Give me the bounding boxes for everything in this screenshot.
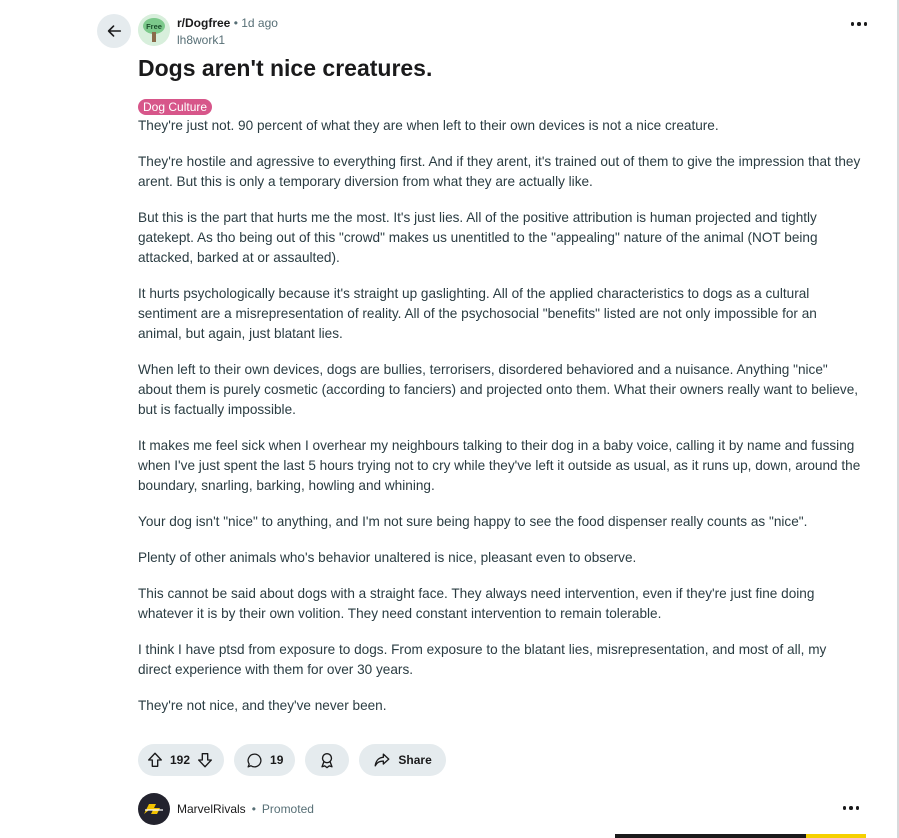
award-icon (321, 753, 334, 769)
award-button[interactable] (305, 744, 350, 776)
post-body: They're just not. 90 percent of what the… (138, 116, 863, 732)
ellipsis-icon (850, 22, 854, 26)
comments-button[interactable]: 19 (234, 744, 296, 776)
vote-count: 192 (170, 753, 191, 767)
post-title: Dogs aren't nice creatures. (138, 55, 433, 81)
post-paragraph: But this is the part that hurts me the m… (138, 210, 818, 265)
ellipsis-icon (842, 806, 846, 810)
post-paragraph: I think I have ptsd from exposure to dog… (138, 642, 827, 677)
share-arrow-icon (374, 753, 390, 767)
post-paragraph: They're not nice, and they've never been… (138, 698, 387, 713)
promoted-label: Promoted (261, 802, 314, 816)
arrow-down-icon (198, 753, 213, 768)
share-button[interactable]: Share (359, 744, 446, 776)
promoted-overflow-menu[interactable] (842, 806, 859, 810)
post-paragraph: This cannot be said about dogs with a st… (138, 586, 815, 621)
subreddit-link[interactable]: r/Dogfree (177, 16, 230, 30)
tree-icon: Free (138, 14, 170, 46)
post-overflow-menu[interactable] (850, 22, 867, 26)
promoted-post-header: MarvelRivals • Promoted (138, 793, 314, 825)
post-paragraph: It makes me feel sick when I overhear my… (138, 438, 861, 493)
subreddit-avatar[interactable]: Free (138, 14, 170, 46)
post-actions: 192 19 Share (138, 744, 446, 776)
arrow-up-icon (148, 752, 162, 767)
post-time: 1d ago (241, 16, 278, 30)
upvote-button[interactable] (146, 751, 164, 769)
promoted-avatar[interactable] (138, 793, 170, 825)
comment-count: 19 (270, 753, 284, 767)
arrow-left-icon (107, 25, 122, 37)
post-meta: r/Dogfree • 1d ago lh8work1 (177, 15, 278, 48)
vote-control: 192 (138, 744, 225, 776)
promoted-media-accent (806, 834, 866, 838)
post-paragraph: Your dog isn't "nice" to anything, and I… (138, 514, 808, 529)
promoted-separator: • (251, 802, 256, 816)
post-flair[interactable]: Dog Culture (138, 99, 213, 115)
post-paragraph: Plenty of other animals who's behavior u… (138, 550, 637, 565)
share-label: Share (398, 753, 432, 767)
post-paragraph: It hurts psychologically because it's st… (138, 286, 817, 341)
promoted-name[interactable]: MarvelRivals (177, 802, 246, 816)
marvel-rivals-logo-icon (144, 804, 163, 814)
downvote-button[interactable] (196, 751, 214, 769)
back-button[interactable] (97, 14, 131, 48)
post-paragraph: They're hostile and agressive to everyth… (138, 154, 861, 189)
post-paragraph: When left to their own devices, dogs are… (138, 362, 859, 417)
svg-text:Free: Free (146, 22, 162, 31)
post-paragraph: They're just not. 90 percent of what the… (138, 118, 719, 133)
meta-separator: • (233, 16, 238, 30)
speech-bubble-icon (247, 752, 262, 768)
author-link[interactable]: lh8work1 (177, 32, 278, 48)
